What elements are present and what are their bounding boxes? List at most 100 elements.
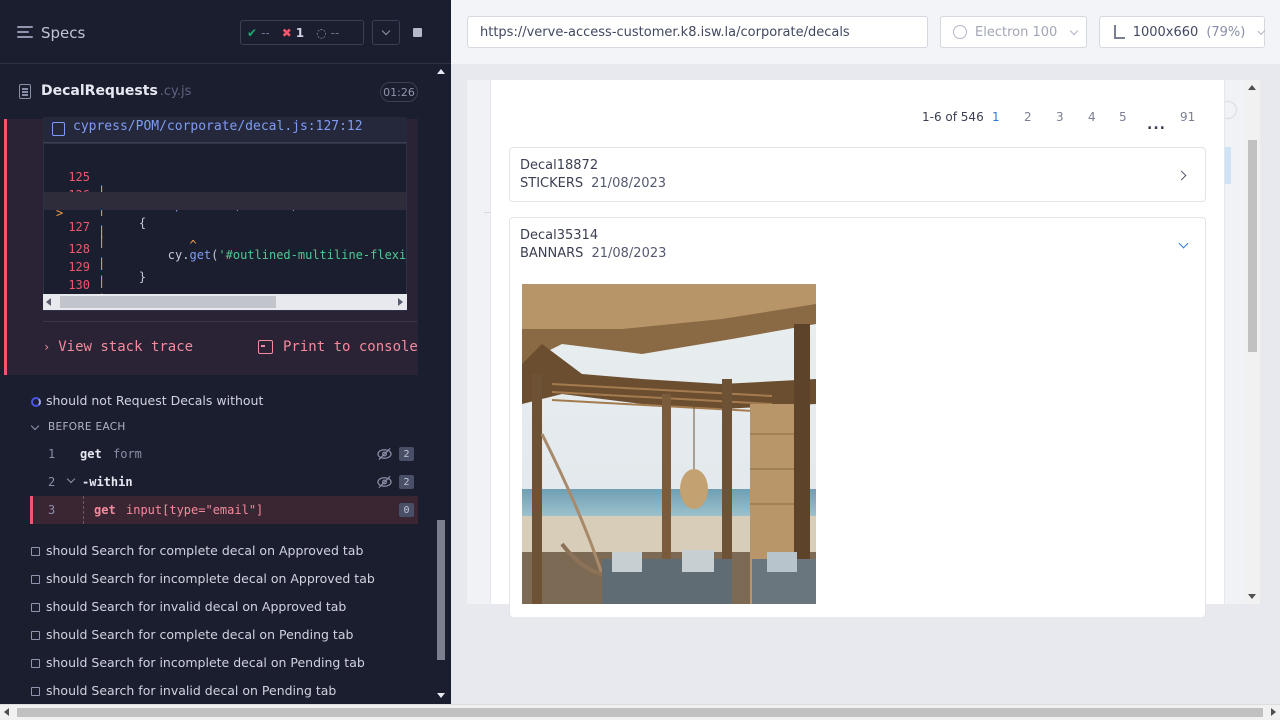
code-frame: 125 | setInputValue(comment) 126 | { > 1… <box>43 143 407 311</box>
reporter-scrollbar[interactable] <box>432 65 451 704</box>
file-code-icon <box>52 122 65 136</box>
electron-icon <box>953 25 967 39</box>
command-count-badge: 2 <box>399 475 414 489</box>
options-dropdown-button[interactable] <box>372 20 400 45</box>
decal-image <box>522 284 816 604</box>
check-icon: ✔ <box>247 25 258 40</box>
chevron-right-icon: › <box>43 340 51 354</box>
command-number: 3 <box>48 503 56 517</box>
code-frame-path[interactable]: cypress/POM/corporate/decal.js:127:12 <box>73 119 363 134</box>
spec-file-ext: .cy.js <box>159 84 192 99</box>
viewport-size: 1000x660 <box>1132 24 1199 40</box>
page-last-button[interactable]: 91 <box>1180 110 1195 124</box>
failed-stat: ✖ 1 <box>276 21 310 44</box>
chevron-right-icon[interactable] <box>1176 170 1187 181</box>
passed-count: -- <box>261 25 270 40</box>
code-line: 129 | <box>44 246 406 288</box>
command-number: 2 <box>48 475 56 489</box>
scroll-down-icon[interactable] <box>1248 594 1256 599</box>
scroll-left-icon[interactable] <box>46 298 51 306</box>
page-4-button[interactable]: 4 <box>1088 110 1096 124</box>
command-name: get <box>94 503 116 517</box>
viewport-selector[interactable]: 1000x660 (79%) <box>1099 16 1266 48</box>
spec-file-label: DecalRequests <box>41 83 158 99</box>
spec-file-name[interactable]: DecalRequests .cy.js <box>41 83 191 99</box>
code-line: 125 | setInputValue(comment) <box>44 156 406 212</box>
scroll-right-icon[interactable] <box>1271 708 1276 716</box>
decal-meta: STICKERS 21/08/2023 <box>520 176 666 191</box>
page-1-button[interactable]: 1 <box>992 110 1000 124</box>
page-3-button[interactable]: 3 <box>1056 110 1064 124</box>
page-horizontal-scrollbar[interactable] <box>0 704 1280 720</box>
decal-card[interactable]: Decal18872 STICKERS 21/08/2023 <box>509 147 1206 202</box>
running-test-title[interactable]: should not Request Decals without <box>46 393 263 408</box>
url-bar[interactable]: https://verve-access-customer.k8.isw.la/… <box>467 16 928 48</box>
scroll-down-icon[interactable] <box>437 693 445 698</box>
pagination-ellipsis[interactable]: ... <box>1147 117 1166 133</box>
failed-count: 1 <box>295 25 305 40</box>
passed-stat: ✔ -- <box>241 21 276 44</box>
pending-test-icon <box>31 547 40 556</box>
console-icon <box>258 340 273 354</box>
scroll-up-icon[interactable] <box>437 69 445 74</box>
pending-test[interactable]: should Search for complete decal on Pend… <box>46 627 353 642</box>
scroll-left-icon[interactable] <box>4 708 9 716</box>
chevron-down-icon[interactable] <box>1178 238 1189 249</box>
eye-slash-icon <box>377 475 392 489</box>
pagination-range: 1-6 of 546 <box>922 110 984 124</box>
scrollbar-thumb[interactable] <box>1248 140 1257 352</box>
divider <box>43 321 417 322</box>
decal-type: BANNARS <box>520 246 584 261</box>
command-row-failed[interactable]: 3 get input[type="email"] 0 <box>30 496 418 524</box>
browser-name: Electron 100 <box>975 24 1058 40</box>
pending-test[interactable]: should Search for incomplete decal on Pe… <box>46 655 365 670</box>
decal-type: STICKERS <box>520 176 584 191</box>
view-stack-trace-button[interactable]: › View stack trace <box>43 339 193 355</box>
app-scrollbar[interactable] <box>1245 80 1260 604</box>
code-horizontal-scrollbar[interactable] <box>43 294 407 310</box>
ruler-icon <box>1114 25 1125 39</box>
pending-test-icon <box>31 631 40 640</box>
pending-test-icon <box>31 603 40 612</box>
pending-test[interactable]: should Search for incomplete decal on Ap… <box>46 571 375 586</box>
scrollbar-thumb[interactable] <box>17 708 1263 717</box>
decal-name: Decal18872 <box>520 158 599 173</box>
decal-meta: BANNARS 21/08/2023 <box>520 246 666 261</box>
specs-menu-icon[interactable] <box>17 26 33 38</box>
before-each-hook[interactable]: BEFORE EACH <box>48 421 126 433</box>
command-row[interactable]: 2 -within 2 <box>30 468 418 496</box>
running-spinner-icon <box>31 397 41 407</box>
command-name: get <box>80 447 102 461</box>
line-number: 130 <box>68 278 90 292</box>
page-5-button[interactable]: 5 <box>1119 110 1127 124</box>
print-to-console-label: Print to console <box>283 339 418 355</box>
scroll-up-icon[interactable] <box>1248 85 1256 90</box>
command-count-badge: 2 <box>399 447 414 461</box>
pending-test[interactable]: should Search for invalid decal on Appro… <box>46 599 346 614</box>
code-line: 126 | { <box>44 174 406 230</box>
command-row[interactable]: 1 get form 2 <box>30 440 418 468</box>
nesting-line <box>83 496 84 524</box>
file-icon <box>19 84 31 99</box>
pending-stat: ◌ -- <box>310 21 345 44</box>
scroll-right-icon[interactable] <box>398 298 403 306</box>
code-line: 130 | setSummitDecal() <box>44 264 406 310</box>
command-arg: form <box>113 447 142 461</box>
specs-label[interactable]: Specs <box>41 24 85 42</box>
code-line: | ^ <box>44 210 406 252</box>
command-count-badge: 0 <box>399 503 414 517</box>
pending-test[interactable]: should Search for invalid decal on Pendi… <box>46 683 336 698</box>
print-to-console-button[interactable]: Print to console <box>258 339 418 355</box>
page-2-button[interactable]: 2 <box>1024 110 1032 124</box>
decal-date: 21/08/2023 <box>591 246 667 261</box>
pending-test-icon <box>31 687 40 696</box>
chevron-down-icon[interactable] <box>66 474 76 484</box>
pending-test[interactable]: should Search for complete decal on Appr… <box>46 543 363 558</box>
scrollbar-thumb[interactable] <box>437 520 445 660</box>
stop-button[interactable] <box>404 20 431 45</box>
viewport-scale: (79%) <box>1206 24 1246 40</box>
pending-test-icon <box>31 659 40 668</box>
browser-selector[interactable]: Electron 100 <box>940 16 1087 48</box>
background-tab-highlight <box>1225 147 1231 184</box>
scrollbar-thumb[interactable] <box>60 296 276 308</box>
